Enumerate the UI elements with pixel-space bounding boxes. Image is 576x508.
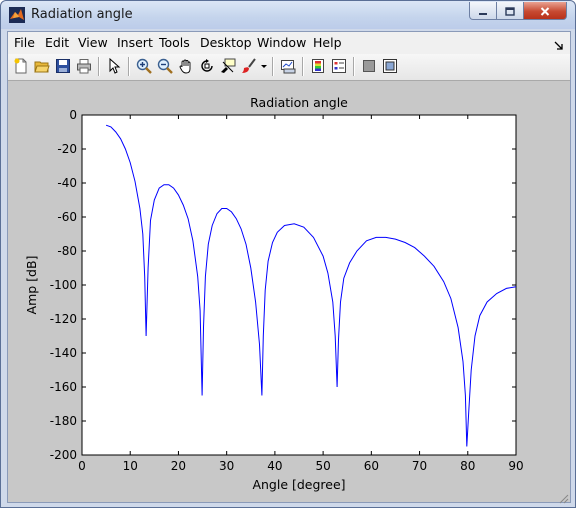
- menu-help[interactable]: Help: [313, 35, 342, 50]
- rotate-3d-icon[interactable]: [197, 56, 217, 76]
- menu-edit[interactable]: Edit: [45, 35, 69, 50]
- y-tick-label: -120: [50, 312, 77, 326]
- figure-toolbar: [8, 54, 570, 81]
- toolbar-separator: [302, 57, 304, 76]
- plot-svg: Radiation angle Angle [degree] Amp [dB] …: [24, 95, 524, 492]
- open-file-icon[interactable]: [32, 56, 52, 76]
- matlab-app-icon: [9, 7, 25, 23]
- y-tick-label: -140: [50, 346, 77, 360]
- plot-title: Radiation angle: [250, 95, 348, 110]
- show-plot-tools-icon[interactable]: [380, 56, 400, 76]
- close-icon: [540, 1, 550, 20]
- y-tick-label: 0: [69, 108, 77, 122]
- toolbar-separator: [353, 57, 355, 76]
- brush-icon[interactable]: [239, 56, 259, 76]
- figure-window: Radiation angle File Edit View Insert To…: [0, 0, 576, 508]
- brush-dropdown-icon[interactable]: [259, 56, 268, 76]
- window-title: Radiation angle: [31, 7, 133, 22]
- hide-plot-tools-icon[interactable]: [359, 56, 379, 76]
- x-axis-label: Angle [degree]: [252, 477, 345, 492]
- x-tick-label: 80: [460, 459, 475, 473]
- menu-insert[interactable]: Insert: [117, 35, 153, 50]
- x-tick-label: 40: [267, 459, 282, 473]
- y-tick-label: -20: [57, 142, 77, 156]
- y-axis-label: Amp [dB]: [24, 256, 39, 315]
- x-tick-label: 10: [123, 459, 138, 473]
- y-tick-label: -100: [50, 278, 77, 292]
- save-icon[interactable]: [53, 56, 73, 76]
- maximize-button[interactable]: [497, 2, 524, 20]
- x-tick-label: 30: [219, 459, 234, 473]
- title-bar[interactable]: Radiation angle: [1, 1, 575, 29]
- toolbar-separator: [272, 57, 274, 76]
- x-tick-label: 60: [364, 459, 379, 473]
- menu-window[interactable]: Window: [257, 35, 306, 50]
- pan-hand-icon[interactable]: [176, 56, 196, 76]
- y-tick-label: -80: [57, 244, 77, 258]
- y-tick-label: -160: [50, 380, 77, 394]
- new-figure-icon[interactable]: [11, 56, 31, 76]
- dock-arrow-icon[interactable]: [554, 36, 564, 50]
- zoom-out-icon[interactable]: [155, 56, 175, 76]
- insert-colorbar-icon[interactable]: [308, 56, 328, 76]
- print-icon[interactable]: [74, 56, 94, 76]
- menu-desktop[interactable]: Desktop: [200, 35, 252, 50]
- x-tick-label: 90: [508, 459, 523, 473]
- y-tick-label: -200: [50, 448, 77, 462]
- edit-plot-arrow-icon[interactable]: [104, 56, 124, 76]
- zoom-in-icon[interactable]: [134, 56, 154, 76]
- data-cursor-icon[interactable]: [218, 56, 238, 76]
- close-button[interactable]: [524, 2, 567, 20]
- link-plot-icon[interactable]: [278, 56, 298, 76]
- menu-bar: File Edit View Insert Tools Desktop Wind…: [8, 32, 570, 54]
- x-tick-label: 70: [412, 459, 427, 473]
- y-tick-label: -60: [57, 210, 77, 224]
- figure-canvas: Radiation angle Angle [degree] Amp [dB] …: [8, 81, 570, 502]
- y-tick-label: -40: [57, 176, 77, 190]
- toolbar-separator: [128, 57, 130, 76]
- insert-legend-icon[interactable]: [329, 56, 349, 76]
- figure-client-area: File Edit View Insert Tools Desktop Wind…: [7, 31, 571, 504]
- x-tick-label: 20: [171, 459, 186, 473]
- menu-view[interactable]: View: [78, 35, 108, 50]
- x-tick-label: 0: [78, 459, 86, 473]
- minimize-button[interactable]: [469, 2, 497, 20]
- minimize-icon: [478, 1, 488, 20]
- window-controls: [469, 2, 567, 20]
- x-tick-label: 50: [315, 459, 330, 473]
- y-tick-label: -180: [50, 414, 77, 428]
- toolbar-separator: [98, 57, 100, 76]
- menu-file[interactable]: File: [14, 35, 35, 50]
- maximize-icon: [505, 1, 515, 20]
- menu-tools[interactable]: Tools: [159, 35, 190, 50]
- resize-grip-icon[interactable]: [557, 489, 569, 504]
